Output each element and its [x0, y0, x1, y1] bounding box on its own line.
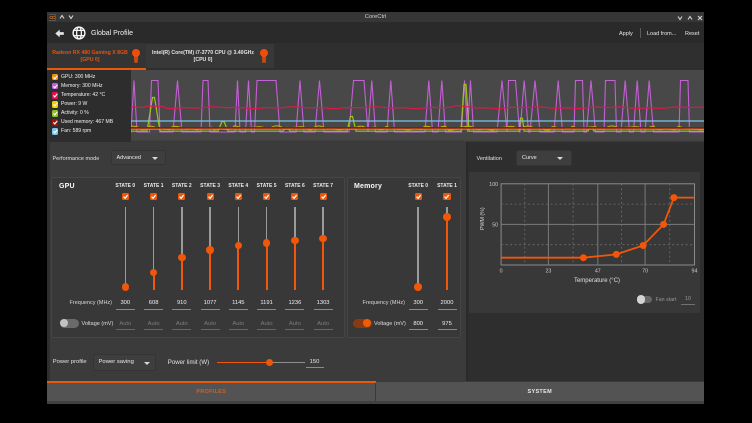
svg-text:47: 47: [594, 268, 600, 274]
svg-text:100: 100: [489, 182, 498, 188]
svg-text:94: 94: [691, 268, 697, 274]
svg-text:23: 23: [545, 268, 551, 274]
svg-text:0: 0: [499, 268, 502, 274]
svg-text:50: 50: [492, 222, 498, 228]
svg-text:70: 70: [642, 268, 648, 274]
